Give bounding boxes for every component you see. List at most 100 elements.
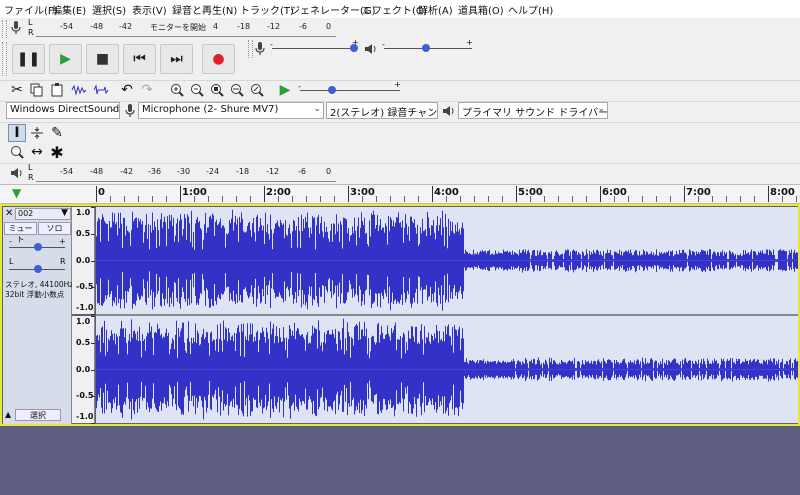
- chevron-down-icon: ⌄: [597, 104, 605, 114]
- channel-separator: [96, 314, 798, 316]
- ruler-minor-tick: [376, 196, 377, 202]
- zoom-in-icon[interactable]: [168, 81, 186, 99]
- chevron-down-icon: ▼: [61, 208, 68, 218]
- y-scale-label: -1.0: [76, 303, 94, 312]
- ruler-minor-tick: [208, 196, 209, 202]
- ruler-minor-tick: [558, 196, 559, 202]
- recording-volume-slider[interactable]: - +: [270, 38, 360, 56]
- toolbar-grip[interactable]: [2, 42, 7, 76]
- toolbar-grip[interactable]: [2, 20, 7, 38]
- zoom-toggle-icon[interactable]: [248, 81, 266, 99]
- menu-edit[interactable]: 編集(E): [52, 2, 86, 17]
- speaker-icon[interactable]: [8, 164, 26, 182]
- play-head-triangle-icon[interactable]: ▼: [12, 186, 21, 200]
- gain-minus-label: -: [9, 237, 12, 246]
- record-icon: ●: [212, 51, 225, 67]
- pause-button[interactable]: ❚❚: [12, 44, 45, 74]
- menu-tracks[interactable]: トラック(T): [240, 2, 294, 17]
- trim-audio-icon[interactable]: [70, 81, 88, 99]
- ruler-minor-tick: [628, 196, 629, 202]
- play-meter-scale[interactable]: -54 -48 -42 -36 -30 -24 -18 -12 -6 0: [36, 164, 336, 182]
- rec-meter-tick: -6: [299, 22, 307, 31]
- menu-tools[interactable]: 道具箱(O): [458, 2, 504, 17]
- play-at-speed-icon[interactable]: ▶: [276, 81, 294, 99]
- ruler-major-tick: [264, 186, 265, 202]
- fit-selection-icon[interactable]: [208, 81, 226, 99]
- record-button[interactable]: ●: [202, 44, 235, 74]
- redo-icon[interactable]: ↷: [138, 81, 156, 99]
- cut-icon[interactable]: ✂: [8, 81, 26, 99]
- playback-volume-slider[interactable]: - +: [382, 38, 474, 56]
- ruler-minor-tick: [110, 196, 111, 202]
- track-control-panel[interactable]: ✕ 002 ▼ ミュート ソロ - + L R ステレオ, 44100Hz 32…: [3, 207, 73, 424]
- envelope-tool-icon[interactable]: [28, 124, 46, 142]
- audio-host-select[interactable]: Windows DirectSound ⌄: [6, 102, 120, 119]
- gain-slider-thumb[interactable]: [34, 243, 42, 251]
- mute-button[interactable]: ミュート: [4, 222, 37, 244]
- skip-end-icon: ⏭: [170, 51, 183, 67]
- play-at-speed-thumb[interactable]: [328, 86, 336, 94]
- menu-select[interactable]: 選択(S): [92, 2, 126, 17]
- selection-tool-icon[interactable]: I: [8, 124, 26, 142]
- menu-help[interactable]: ヘルプ(H): [508, 2, 553, 17]
- ruler-minor-tick: [306, 196, 307, 202]
- recording-channels-select[interactable]: 2(ステレオ) 録音チャンネル⌄: [326, 102, 438, 119]
- play-button[interactable]: ▶: [49, 44, 82, 74]
- ruler-minor-tick: [460, 196, 461, 202]
- monitor-start-label[interactable]: モニターを開始: [150, 22, 206, 33]
- stop-button[interactable]: ■: [86, 44, 119, 74]
- ruler-minor-tick: [726, 196, 727, 202]
- playback-device-select[interactable]: プライマリ サウンド ドライバー ⌄: [458, 102, 608, 119]
- skip-end-button[interactable]: ⏭: [160, 44, 193, 74]
- rec-meter-scale[interactable]: -54 -48 -42 モニターを開始 4 -18 -12 -6 0: [36, 19, 336, 37]
- solo-button[interactable]: ソロ: [38, 222, 71, 235]
- menu-file[interactable]: ファイル(F): [4, 2, 58, 17]
- menu-analyze[interactable]: 解析(A): [418, 2, 453, 17]
- menu-view[interactable]: 表示(V): [132, 2, 167, 17]
- skip-start-button[interactable]: ⏮: [123, 44, 156, 74]
- draw-tool-icon[interactable]: ✎: [48, 124, 66, 142]
- play-at-speed-slider[interactable]: - +: [298, 80, 402, 98]
- silence-audio-icon[interactable]: [92, 81, 110, 99]
- ruler-minor-tick: [502, 196, 503, 202]
- play-meter-tick: -36: [148, 167, 162, 176]
- solo-label: ソロ: [46, 224, 63, 233]
- speaker-icon: [363, 40, 379, 58]
- ruler-major-tick: [432, 186, 433, 202]
- copy-icon[interactable]: [28, 81, 46, 99]
- y-scale-tick: [91, 342, 95, 344]
- fit-project-icon[interactable]: [228, 81, 246, 99]
- undo-icon[interactable]: ↶: [118, 81, 136, 99]
- paste-icon[interactable]: [48, 81, 66, 99]
- ruler-minor-tick: [446, 196, 447, 202]
- play-meter-channel-r: R: [28, 173, 34, 182]
- rec-meter-tick: -12: [267, 22, 281, 31]
- recording-device-select[interactable]: Microphone (2- Shure MV7) ⌄: [138, 102, 324, 119]
- track-name-menu[interactable]: 002 ▼: [15, 208, 71, 220]
- ruler-major-tick: [684, 186, 685, 202]
- zoom-out-icon[interactable]: [188, 81, 206, 99]
- rec-meter-tick: -54: [60, 22, 74, 31]
- zoom-tool-icon[interactable]: [8, 143, 26, 161]
- recording-volume-thumb[interactable]: [350, 44, 358, 52]
- track-info-bitdepth: 32bit 浮動小数点: [5, 290, 65, 299]
- time-shift-tool-icon[interactable]: ↔: [28, 143, 46, 161]
- ruler-major-tick: [600, 186, 601, 202]
- play-meter-tick: -6: [298, 167, 306, 176]
- multi-tool-icon[interactable]: ✱: [48, 143, 66, 162]
- tools-toolbar: [0, 122, 800, 162]
- menu-transport[interactable]: 録音と再生(N): [172, 2, 237, 17]
- ruler-minor-tick: [250, 196, 251, 202]
- select-track-button[interactable]: 選択: [15, 409, 61, 421]
- pan-slider-thumb[interactable]: [34, 265, 42, 273]
- y-scale-tick: [91, 260, 95, 262]
- y-scale-tick: [91, 369, 95, 371]
- playback-volume-thumb[interactable]: [422, 44, 430, 52]
- audio-host-value: Windows DirectSound: [10, 104, 120, 115]
- microphone-icon[interactable]: [8, 19, 24, 37]
- waveform-display[interactable]: [96, 207, 798, 424]
- timeline-ruler[interactable]: [0, 184, 800, 204]
- ruler-minor-tick: [614, 196, 615, 202]
- collapse-track-icon[interactable]: ▲: [5, 410, 11, 419]
- close-track-icon[interactable]: ✕: [5, 208, 13, 219]
